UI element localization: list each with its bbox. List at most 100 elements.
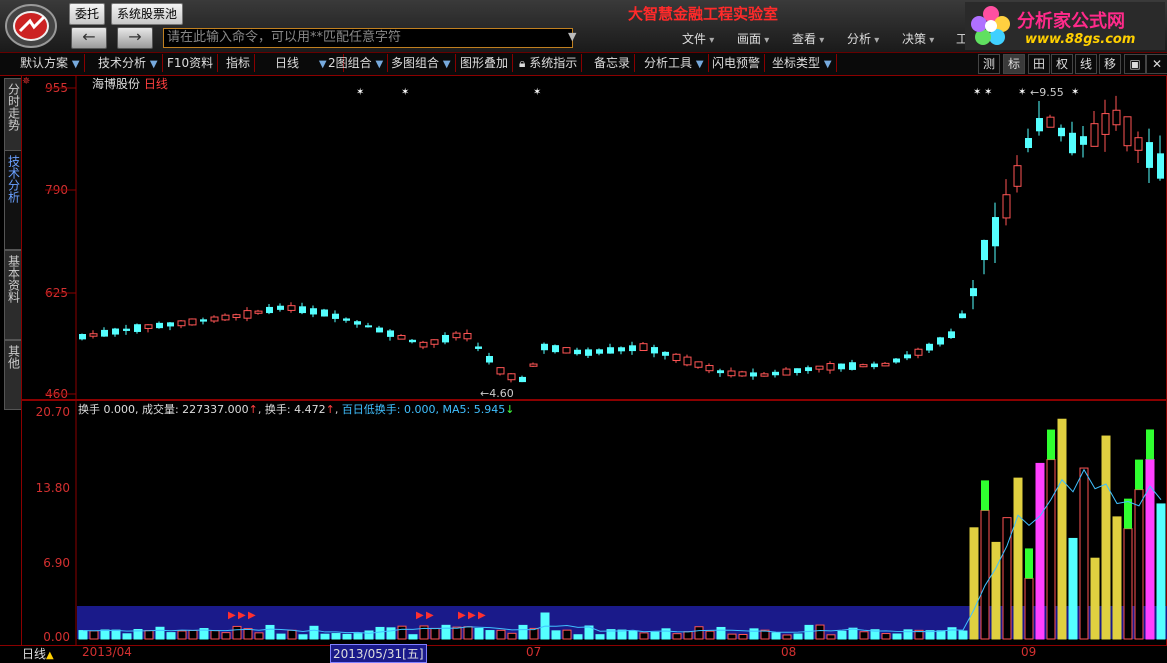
turnover-bar: [320, 633, 330, 640]
candle: [849, 362, 856, 370]
menu-file[interactable]: 文件 ▾: [682, 30, 714, 47]
turnover-bar: [639, 632, 649, 640]
date-label: 08: [781, 645, 797, 659]
candle: [672, 353, 681, 362]
toolbar-line[interactable]: 线: [1075, 54, 1097, 74]
turnover-bar: [331, 633, 341, 640]
toolbar-mark[interactable]: 标: [1003, 54, 1025, 74]
forward-button[interactable]: →: [117, 27, 153, 49]
toolbar-move[interactable]: 移: [1099, 54, 1121, 74]
turnover-bar: [837, 630, 847, 640]
candle: [552, 345, 559, 353]
toolbar-technical-analysis[interactable]: 技术分析 ▼: [94, 54, 163, 72]
date-label: 07: [526, 645, 542, 659]
turnover-bar: [210, 630, 220, 640]
candle: [144, 324, 153, 329]
candle: [387, 330, 394, 337]
menu-analysis[interactable]: 分析 ▾: [847, 30, 879, 47]
toolbar-default-scheme[interactable]: 默认方案 ▼: [16, 54, 85, 72]
toolbar-memo[interactable]: 备忘录: [590, 54, 636, 72]
candle: [607, 347, 614, 354]
turnover-bar: [1002, 517, 1012, 640]
turnover-bar: [232, 625, 242, 640]
toolbar-flash-alert[interactable]: 闪电预警: [708, 54, 766, 72]
turnover-bar: [1090, 557, 1100, 640]
turnover-bar: [254, 632, 264, 640]
turnover-bar: [298, 634, 308, 640]
turnover-bar: [144, 630, 154, 640]
turnover-highlight: [1047, 429, 1055, 460]
forward-arrow-icon: →: [128, 27, 142, 46]
candle: [167, 322, 174, 327]
turnover-bar: [936, 630, 946, 640]
turnover-bar: [397, 625, 407, 640]
candle: [409, 339, 416, 343]
candle: [705, 365, 714, 372]
lock-icon: 🔒︎: [519, 56, 526, 70]
candle: [815, 365, 824, 370]
turnover-bar: [1156, 503, 1166, 640]
toolbar-indicator[interactable]: 指标: [222, 54, 256, 72]
candle: [1069, 132, 1076, 154]
turnover-bar: [386, 627, 396, 640]
candle: [683, 356, 692, 366]
stock-pool-button[interactable]: 系统股票池: [111, 3, 184, 25]
order-button[interactable]: 委托: [69, 3, 106, 25]
back-arrow-icon: ←: [82, 27, 96, 46]
candle: [343, 318, 350, 321]
toolbar-multi-chart[interactable]: 多图组合 ▼: [387, 54, 456, 72]
turnover-bar: [683, 631, 693, 640]
candle: [541, 343, 548, 351]
back-button[interactable]: ←: [71, 27, 107, 49]
candle: [871, 363, 878, 368]
toolbar-overlay[interactable]: 图形叠加: [456, 54, 514, 72]
command-input[interactable]: 请在此输入命令，可以用**匹配任意字符: [163, 28, 573, 48]
menu-view[interactable]: 查看 ▾: [792, 30, 824, 47]
candle: [881, 362, 890, 367]
buy-signal-icon: ▶: [228, 610, 236, 621]
toolbar-two-chart[interactable]: 2图组合 ▼: [324, 54, 389, 72]
turnover-bar: [518, 624, 528, 640]
turnover-bar: [353, 633, 363, 640]
candle: [365, 325, 372, 328]
turnover-bar: [782, 634, 792, 640]
candle: [970, 288, 977, 297]
signal-star-icon: ✶: [1071, 87, 1079, 98]
candle: [1046, 116, 1055, 128]
window-title: 大智慧金融工程实验室: [628, 5, 779, 23]
candle: [981, 239, 988, 261]
turnover-bar: [474, 627, 484, 640]
period-selector[interactable]: 日线▲: [22, 645, 54, 662]
turnover-bar: [1068, 537, 1078, 640]
toolbar-grid[interactable]: 田: [1028, 54, 1050, 74]
candle: [1025, 138, 1032, 148]
window-restore-icon[interactable]: ▣: [1124, 54, 1146, 74]
candle: [717, 370, 724, 374]
turnover-bar: [573, 634, 583, 640]
window-close-icon[interactable]: ✕: [1146, 54, 1167, 74]
command-dropdown-icon[interactable]: ▼: [568, 30, 576, 43]
candle: [287, 305, 296, 311]
toolbar-axis-type[interactable]: 坐标类型 ▼: [768, 54, 837, 72]
date-label: 2013/04: [82, 645, 132, 659]
turnover-bar: [287, 629, 297, 640]
menu-decision[interactable]: 决策 ▾: [902, 30, 934, 47]
turnover-bar: [881, 633, 891, 640]
candle: [662, 351, 669, 356]
candle: [188, 318, 197, 326]
app-logo[interactable]: [4, 3, 58, 49]
candle: [1002, 194, 1011, 219]
turnover-bar: [804, 624, 814, 640]
buy-signal-icon: ▶: [416, 610, 424, 621]
candlestick-chart: ✶ ✶ ✶ ✶ ✶ ✶ ✶: [45, 75, 1164, 400]
toolbar-analysis-tools[interactable]: 分析工具 ▼: [640, 54, 709, 72]
candle: [562, 347, 571, 354]
toolbar-measure[interactable]: 测: [978, 54, 1000, 74]
turnover-highlight: [981, 480, 989, 511]
candle: [1090, 123, 1099, 147]
menu-screen[interactable]: 画面 ▾: [737, 30, 769, 47]
toolbar-system-signal[interactable]: 🔒︎ 系统指示: [515, 54, 583, 72]
toolbar-f10[interactable]: F10资料: [163, 54, 219, 72]
toolbar-rights[interactable]: 权: [1051, 54, 1073, 74]
tab-technical[interactable]: 技术分析: [4, 150, 22, 250]
